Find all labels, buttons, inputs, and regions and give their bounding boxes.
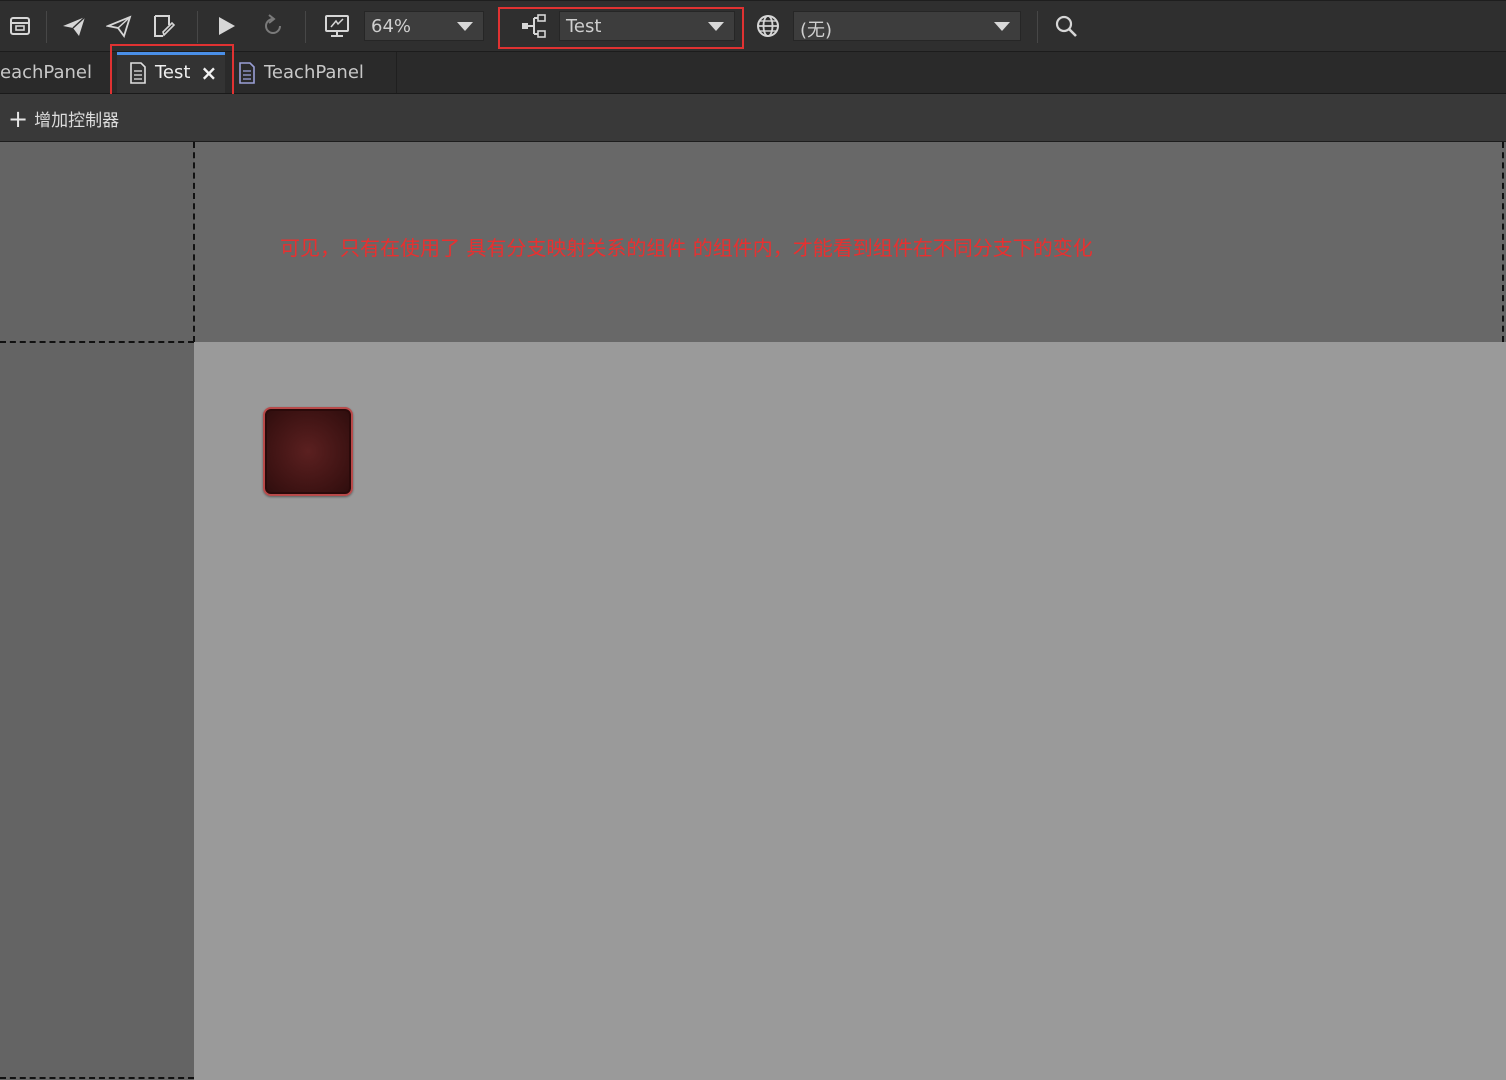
language-value: (无) [800, 20, 833, 41]
package-icon[interactable] [4, 9, 36, 43]
tab-label: Test [155, 62, 191, 83]
plus-icon: + [8, 104, 29, 133]
canvas-stage[interactable] [194, 342, 1506, 1080]
monitor-icon[interactable] [321, 9, 353, 43]
add-controller-label: 增加控制器 [34, 111, 120, 131]
tab-label: TeachPanel [264, 62, 364, 83]
document-icon [129, 61, 147, 84]
close-icon[interactable]: × [200, 61, 217, 85]
zoom-dropdown[interactable]: 64% [364, 11, 484, 41]
tab-eachpanel[interactable]: eachPanel [0, 52, 112, 93]
canvas-button-component[interactable] [263, 407, 353, 496]
document-icon [238, 61, 256, 84]
chevron-down-icon [708, 22, 724, 31]
controller-bar: + 增加控制器 [0, 94, 1506, 142]
guide-line [1502, 142, 1504, 342]
guide-line [0, 1077, 194, 1079]
language-dropdown[interactable]: (无) [793, 11, 1021, 41]
guide-line [0, 341, 194, 343]
zoom-value: 64% [371, 16, 412, 37]
tab-teachpanel[interactable]: TeachPanel [228, 52, 397, 93]
tab-label: eachPanel [0, 62, 92, 83]
edit-document-icon[interactable] [148, 9, 180, 43]
branch-icon[interactable] [518, 9, 550, 43]
main-toolbar: 64% Test (无) [0, 0, 1506, 52]
tab-test[interactable]: Test × [117, 52, 225, 93]
guide-line [193, 142, 195, 342]
annotation-text: 可见，只有在使用了 具有分支映射关系的组件 的组件内，才能看到组件在不同分支下的… [280, 236, 1093, 260]
branch-dropdown[interactable]: Test [559, 11, 735, 41]
globe-icon[interactable] [752, 9, 784, 43]
chevron-down-icon [457, 22, 473, 31]
chevron-down-icon [994, 22, 1010, 31]
refresh-icon[interactable] [257, 9, 289, 43]
search-icon[interactable] [1050, 9, 1082, 43]
branch-value: Test [566, 16, 602, 37]
document-tab-bar: eachPanel Test × TeachPanel [0, 52, 1506, 94]
publish-outline-icon[interactable] [103, 9, 135, 43]
canvas-left-margin [0, 142, 194, 1080]
play-icon[interactable] [210, 9, 242, 43]
publish-icon[interactable] [58, 9, 90, 43]
add-controller-button[interactable]: + 增加控制器 [8, 104, 120, 133]
